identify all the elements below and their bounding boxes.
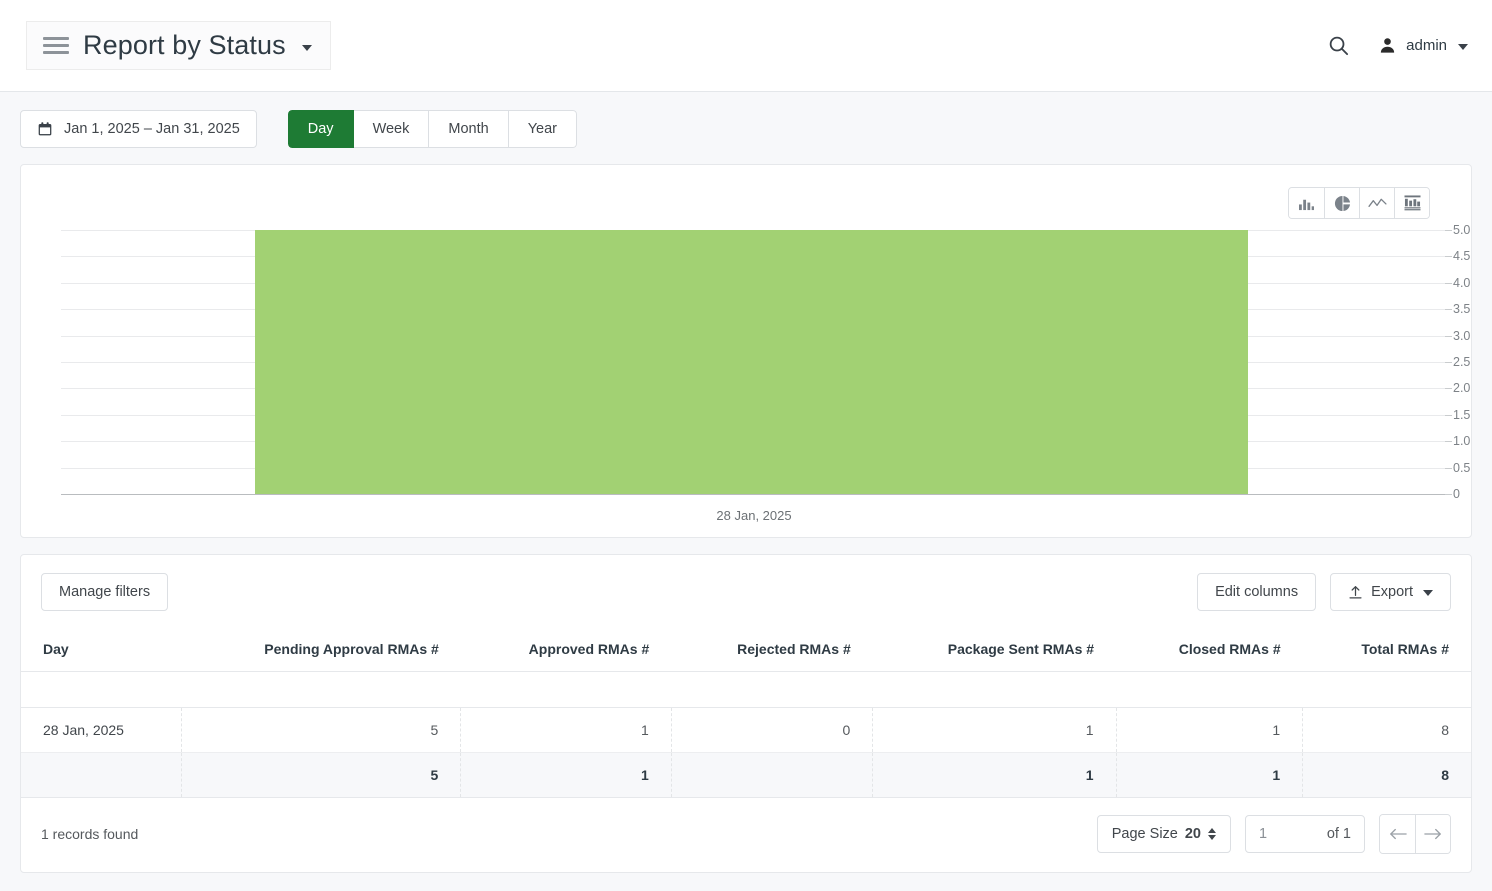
table-totals-row: 5 1 1 1 8	[21, 753, 1471, 798]
line-chart-icon[interactable]	[1359, 188, 1394, 218]
cell-day: 28 Jan, 2025	[21, 708, 181, 753]
user-menu[interactable]: admin	[1378, 36, 1468, 55]
column-header-approved[interactable]: Approved RMAs #	[461, 629, 671, 672]
arrow-left-icon	[1389, 827, 1407, 841]
cell-package-sent: 1	[873, 708, 1116, 753]
cell-total: 8	[1303, 708, 1471, 753]
chart-bar-28-jan-2025[interactable]	[255, 230, 1248, 494]
upload-icon	[1348, 585, 1363, 600]
arrow-right-icon	[1424, 827, 1442, 841]
chevron-down-icon	[1423, 590, 1433, 596]
report-table: Day Pending Approval RMAs # Approved RMA…	[21, 629, 1471, 798]
cell-approved: 1	[461, 708, 671, 753]
table-body: 28 Jan, 2025 5 1 0 1 1 8 5 1 1 1 8	[21, 672, 1471, 798]
pie-chart-icon[interactable]	[1324, 188, 1359, 218]
y-tick-label: 4.5	[1453, 249, 1470, 263]
pagination: Page Size 20 1 of 1	[1097, 814, 1451, 854]
tab-day[interactable]: Day	[288, 110, 354, 148]
chart-type-toolbar	[1288, 187, 1430, 219]
filter-cell[interactable]	[181, 672, 460, 708]
chart-plot-area: 5.0 4.5 4.0 3.5 3.0 2.5 2.0 1.5 1.0 0.5 …	[61, 230, 1471, 520]
page-size-label: Page Size	[1112, 826, 1178, 842]
bar-chart-icon[interactable]	[1289, 188, 1324, 218]
cell-rejected: 0	[671, 708, 873, 753]
y-tick-label: 3.5	[1453, 302, 1470, 316]
total-cell-approved: 1	[461, 753, 671, 798]
page-title: Report by Status	[83, 32, 286, 59]
export-label: Export	[1371, 584, 1413, 600]
chevron-down-icon	[1458, 44, 1468, 50]
chevron-down-icon	[302, 45, 312, 51]
tab-year[interactable]: Year	[509, 110, 577, 148]
table-footer: 1 records found Page Size 20 1 of 1	[21, 798, 1471, 872]
total-cell-package-sent: 1	[873, 753, 1116, 798]
column-header-day[interactable]: Day	[21, 629, 181, 672]
table-row[interactable]: 28 Jan, 2025 5 1 0 1 1 8	[21, 708, 1471, 753]
page-number-input[interactable]: 1 of 1	[1245, 815, 1365, 853]
y-tick-label: 2.5	[1453, 355, 1470, 369]
y-tick-label: 3.0	[1453, 329, 1470, 343]
filter-cell[interactable]	[671, 672, 873, 708]
tab-month[interactable]: Month	[429, 110, 508, 148]
spinner-icon[interactable]	[1208, 828, 1216, 840]
table-filter-row	[21, 672, 1471, 708]
y-tick-label: 0	[1453, 487, 1460, 501]
cell-pending-approval: 5	[181, 708, 460, 753]
page-nav-buttons	[1379, 814, 1451, 854]
records-found-label: 1 records found	[41, 826, 138, 842]
export-button[interactable]: Export	[1330, 573, 1451, 611]
total-cell-total: 8	[1303, 753, 1471, 798]
page-size-value: 20	[1185, 826, 1201, 842]
calendar-icon	[37, 121, 53, 137]
total-pages-label: of 1	[1327, 826, 1351, 842]
total-cell-closed: 1	[1116, 753, 1303, 798]
prev-page-button[interactable]	[1380, 815, 1415, 853]
top-bar-actions: admin	[1327, 34, 1468, 57]
date-range-label: Jan 1, 2025 – Jan 31, 2025	[64, 121, 240, 137]
table-card: Manage filters Edit columns Export Day P…	[20, 554, 1472, 873]
page-size-selector[interactable]: Page Size 20	[1097, 815, 1231, 853]
y-tick-label: 2.0	[1453, 381, 1470, 395]
total-cell-pending-approval: 5	[181, 753, 460, 798]
filter-cell[interactable]	[461, 672, 671, 708]
y-tick-label: 5.0	[1453, 223, 1470, 237]
chart-canvas: 5.0 4.5 4.0 3.5 3.0 2.5 2.0 1.5 1.0 0.5 …	[61, 230, 1447, 495]
next-page-button[interactable]	[1415, 815, 1450, 853]
column-header-pending-approval[interactable]: Pending Approval RMAs #	[181, 629, 460, 672]
current-page-value: 1	[1259, 826, 1267, 842]
controls-row: Jan 1, 2025 – Jan 31, 2025 Day Week Mont…	[0, 92, 1492, 148]
y-tick-label: 0.5	[1453, 461, 1470, 475]
edit-columns-button[interactable]: Edit columns	[1197, 573, 1316, 611]
filter-cell[interactable]	[873, 672, 1116, 708]
table-toolbar: Manage filters Edit columns Export	[21, 555, 1471, 629]
y-tick-label: 1.5	[1453, 408, 1470, 422]
table-header-row: Day Pending Approval RMAs # Approved RMA…	[21, 629, 1471, 672]
period-tabs: Day Week Month Year	[288, 110, 577, 148]
filter-cell[interactable]	[1303, 672, 1471, 708]
manage-filters-button[interactable]: Manage filters	[41, 573, 168, 611]
y-tick-label: 4.0	[1453, 276, 1470, 290]
table-header: Day Pending Approval RMAs # Approved RMA…	[21, 629, 1471, 672]
tab-week[interactable]: Week	[354, 110, 430, 148]
column-header-package-sent[interactable]: Package Sent RMAs #	[873, 629, 1116, 672]
username-label: admin	[1406, 37, 1447, 54]
x-axis-label: 28 Jan, 2025	[61, 508, 1447, 523]
page-title-dropdown[interactable]: Report by Status	[26, 21, 331, 70]
top-bar: Report by Status admin	[0, 0, 1492, 92]
y-tick-label: 1.0	[1453, 434, 1470, 448]
column-table-icon[interactable]	[1394, 188, 1429, 218]
filter-cell[interactable]	[1116, 672, 1303, 708]
column-header-rejected[interactable]: Rejected RMAs #	[671, 629, 873, 672]
search-icon[interactable]	[1327, 34, 1350, 57]
column-header-total[interactable]: Total RMAs #	[1303, 629, 1471, 672]
total-cell-rejected	[671, 753, 873, 798]
date-range-picker[interactable]: Jan 1, 2025 – Jan 31, 2025	[20, 110, 257, 148]
cell-closed: 1	[1116, 708, 1303, 753]
total-cell-day	[21, 753, 181, 798]
hamburger-icon[interactable]	[43, 37, 69, 54]
chart-card: 5.0 4.5 4.0 3.5 3.0 2.5 2.0 1.5 1.0 0.5 …	[20, 164, 1472, 538]
filter-cell[interactable]	[21, 672, 181, 708]
user-icon	[1378, 36, 1397, 55]
column-header-closed[interactable]: Closed RMAs #	[1116, 629, 1303, 672]
